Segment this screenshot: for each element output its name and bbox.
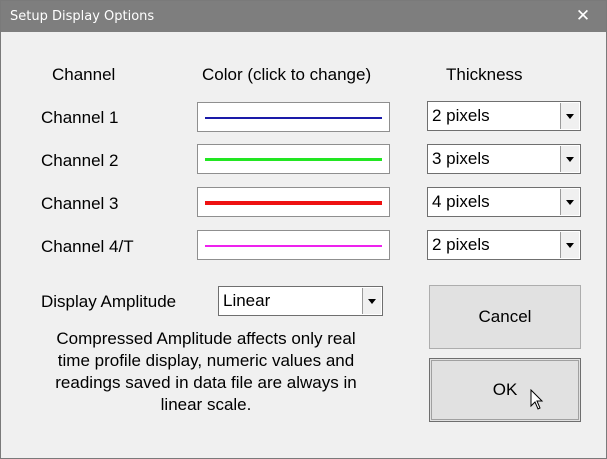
- channel-1-label: Channel 1: [41, 108, 119, 127]
- channel-1-thickness-select[interactable]: 2 pixels: [427, 101, 581, 131]
- channel-3-label: Channel 3: [41, 194, 119, 213]
- color-column-header: Color (click to change): [202, 65, 372, 84]
- dialog-title: Setup Display Options: [10, 9, 155, 24]
- title-bar: Setup Display Options ✕: [1, 1, 606, 32]
- channel-2-thickness-select[interactable]: 3 pixels: [427, 144, 581, 174]
- chevron-down-icon[interactable]: [560, 189, 579, 215]
- cancel-button[interactable]: Cancel: [429, 285, 581, 349]
- channel-3-thickness-select[interactable]: 4 pixels: [427, 187, 581, 217]
- chevron-down-icon[interactable]: [560, 146, 579, 172]
- channel-2-thickness-value: 3 pixels: [432, 149, 490, 168]
- ok-button-focus-ring: [431, 360, 579, 420]
- compressed-amplitude-note: Compressed Amplitude affects only real t…: [55, 329, 357, 414]
- channel-column-header: Channel: [52, 65, 116, 84]
- channel-1-color-swatch[interactable]: [197, 102, 390, 132]
- channel-4t-thickness-select[interactable]: 2 pixels: [427, 230, 581, 260]
- chevron-down-icon[interactable]: [560, 103, 579, 129]
- channel-1-color-line: [205, 117, 382, 119]
- close-icon[interactable]: ✕: [560, 1, 606, 32]
- channel-2-label: Channel 2: [41, 151, 119, 170]
- channel-4t-color-line: [205, 245, 382, 247]
- channel-3-thickness-value: 4 pixels: [432, 192, 490, 211]
- ok-button[interactable]: OK: [429, 358, 581, 422]
- display-amplitude-value: Linear: [223, 291, 271, 310]
- channel-2-color-line: [205, 158, 382, 161]
- thickness-column-header: Thickness: [446, 65, 523, 84]
- chevron-down-icon[interactable]: [560, 232, 579, 258]
- channel-4t-color-swatch[interactable]: [197, 230, 390, 260]
- channel-2-color-swatch[interactable]: [197, 144, 390, 174]
- channel-4t-label: Channel 4/T: [41, 237, 134, 256]
- channel-4t-thickness-value: 2 pixels: [432, 235, 490, 254]
- channel-1-thickness-value: 2 pixels: [432, 106, 490, 125]
- setup-display-options-dialog: Setup Display Options ✕ Channel Color (c…: [0, 0, 607, 459]
- channel-3-color-swatch[interactable]: [197, 187, 390, 217]
- mouse-pointer-icon: [530, 389, 544, 410]
- display-amplitude-select[interactable]: Linear: [218, 286, 383, 316]
- chevron-down-icon[interactable]: [362, 288, 381, 314]
- display-amplitude-label: Display Amplitude: [41, 292, 177, 311]
- channel-3-color-line: [205, 201, 382, 205]
